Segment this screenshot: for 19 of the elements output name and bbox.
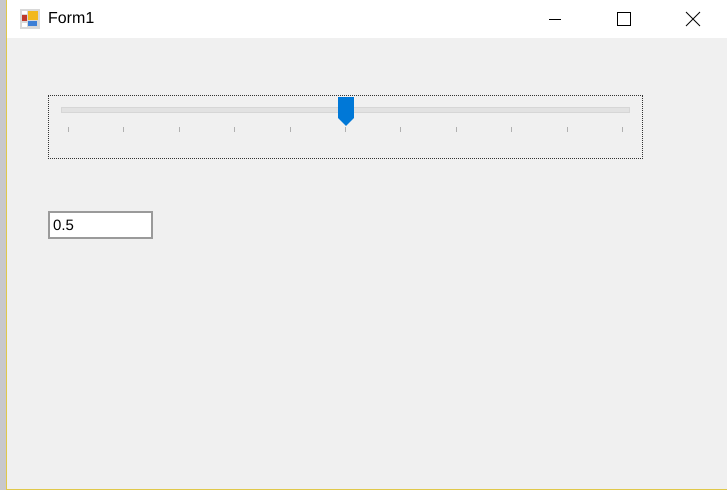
value-field[interactable]: 0.5 xyxy=(48,211,153,239)
tick-mark xyxy=(234,127,236,132)
slider[interactable] xyxy=(48,95,643,159)
tick-mark xyxy=(622,127,623,132)
tick-mark xyxy=(511,127,512,132)
close-icon xyxy=(684,11,700,27)
tick-mark xyxy=(456,127,457,132)
slider-thumb[interactable] xyxy=(338,97,354,126)
tick-mark xyxy=(68,127,69,132)
tick-mark xyxy=(345,127,346,132)
app-icon xyxy=(20,9,40,29)
tick-mark xyxy=(290,127,291,132)
tick-mark xyxy=(178,127,180,132)
tick-mark xyxy=(400,127,402,132)
maximize-icon xyxy=(616,12,630,26)
minimize-icon xyxy=(548,18,562,20)
window-title: Form1 xyxy=(48,10,94,28)
tick-mark xyxy=(566,127,568,132)
tick-mark xyxy=(123,127,124,132)
